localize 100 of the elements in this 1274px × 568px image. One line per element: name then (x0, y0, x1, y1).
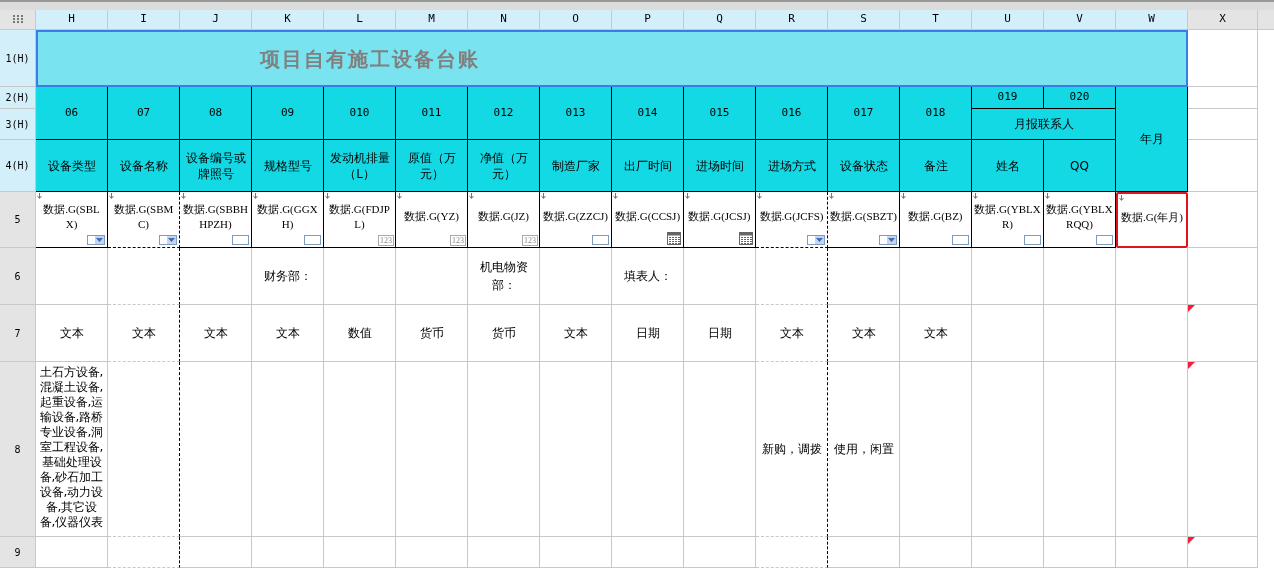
code-cell: 06 (36, 87, 108, 140)
option-cell[interactable]: 土石方设备,混凝土设备,起重设备,运输设备,路桥专业设备,洞室工程设备,基础处理设备,砂石加工设备,动力设备,其它设备,仪器仪表 (36, 362, 108, 537)
column-header[interactable]: L (324, 10, 396, 30)
row-header[interactable]: 2(H) (0, 87, 36, 109)
type-cell[interactable]: 文本 (180, 305, 252, 362)
label-cell[interactable]: 财务部： (252, 248, 324, 305)
select-all-icon[interactable] (0, 10, 36, 30)
type-cell[interactable]: 货币 (396, 305, 468, 362)
code-cell: 014 (612, 87, 684, 140)
binding-cell[interactable]: 数据.G(YBLXRQQ) (1044, 192, 1116, 248)
row-header[interactable]: 6 (0, 248, 36, 305)
dropdown-icon[interactable] (87, 235, 105, 245)
binding-cell[interactable]: 数据.G(ZZCJ) (540, 192, 612, 248)
header-cell: QQ (1044, 140, 1116, 192)
binding-cell[interactable]: 数据.G(SBMC) (108, 192, 180, 248)
code-cell: 018 (900, 87, 972, 140)
header-cell: 制造厂家 (540, 140, 612, 192)
empty-cell[interactable] (108, 537, 180, 568)
marker-arrow-icon (901, 193, 906, 199)
type-cell[interactable]: 文本 (900, 305, 972, 362)
marker-arrow-icon (757, 193, 762, 199)
code-cell: 020 (1044, 87, 1116, 109)
column-header[interactable]: U (972, 10, 1044, 30)
marker-arrow-icon (37, 193, 42, 199)
marker-arrow-icon (685, 193, 690, 199)
code-cell: 019 (972, 87, 1044, 109)
text-input-icon (1024, 235, 1041, 245)
binding-cell[interactable]: 数据.G(SBBHHPZH) (180, 192, 252, 248)
column-header[interactable]: S (828, 10, 900, 30)
header-cell: 备注 (900, 140, 972, 192)
type-cell[interactable]: 日期 (684, 305, 756, 362)
binding-cell[interactable]: 数据.G(JCSJ) (684, 192, 756, 248)
row-header[interactable]: 9 (0, 537, 36, 568)
column-header[interactable]: Q (684, 10, 756, 30)
row-header[interactable]: 4(H) (0, 140, 36, 192)
dropdown-icon[interactable] (807, 235, 825, 245)
code-cell: 010 (324, 87, 396, 140)
row-header[interactable]: 1(H) (0, 30, 36, 87)
dropdown-icon[interactable] (159, 235, 177, 245)
row-header[interactable]: 3(H) (0, 109, 36, 140)
column-header[interactable]: J (180, 10, 252, 30)
type-cell[interactable]: 货币 (468, 305, 540, 362)
type-cell[interactable]: 文本 (540, 305, 612, 362)
column-header[interactable]: T (900, 10, 972, 30)
column-header[interactable]: X (1188, 10, 1258, 30)
column-header[interactable]: N (468, 10, 540, 30)
empty-cell[interactable] (756, 537, 828, 568)
binding-cell[interactable]: 数据.G(GGXH) (252, 192, 324, 248)
binding-cell[interactable]: 数据.G(JCFS) (756, 192, 828, 248)
header-cell: 净值（万元） (468, 140, 540, 192)
binding-cell[interactable]: 数据.G(SBLX) (36, 192, 108, 248)
binding-cell[interactable]: 数据.G(YZ) 123 (396, 192, 468, 248)
type-cell[interactable]: 文本 (36, 305, 108, 362)
column-header[interactable]: M (396, 10, 468, 30)
text-input-icon (952, 235, 969, 245)
type-cell[interactable]: 文本 (756, 305, 828, 362)
column-header[interactable]: K (252, 10, 324, 30)
code-cell: 011 (396, 87, 468, 140)
type-cell[interactable]: 文本 (828, 305, 900, 362)
column-header[interactable]: H (36, 10, 108, 30)
code-cell: 08 (180, 87, 252, 140)
binding-cell[interactable]: 数据.G(BZ) (900, 192, 972, 248)
type-cell[interactable]: 文本 (252, 305, 324, 362)
row-header[interactable]: 5 (0, 192, 36, 248)
binding-cell[interactable]: 数据.G(JZ) 123 (468, 192, 540, 248)
binding-cell[interactable]: 数据.G(YBLXR) (972, 192, 1044, 248)
type-cell[interactable]: 文本 (108, 305, 180, 362)
text-input-icon (1096, 235, 1113, 245)
dropdown-icon[interactable] (879, 235, 897, 245)
calendar-icon[interactable] (739, 232, 753, 245)
binding-cell[interactable]: 数据.G(FDJPL) 123 (324, 192, 396, 248)
marker-arrow-icon (541, 193, 546, 199)
marker-arrow-icon (829, 193, 834, 199)
marker-arrow-icon (973, 193, 978, 199)
column-header[interactable]: R (756, 10, 828, 30)
type-cell[interactable]: 日期 (612, 305, 684, 362)
binding-cell[interactable]: 数据.G(SBZT) (828, 192, 900, 248)
label-cell[interactable]: 机电物资部： (468, 248, 540, 305)
label-cell[interactable]: 填表人： (612, 248, 684, 305)
marker-arrow-icon (613, 193, 618, 199)
option-cell[interactable]: 新购，调拨 (756, 362, 828, 537)
column-header[interactable]: O (540, 10, 612, 30)
column-header[interactable]: I (108, 10, 180, 30)
binding-cell[interactable]: 数据.G(年月) (1116, 192, 1188, 248)
row-header[interactable]: 7 (0, 305, 36, 362)
binding-cell[interactable]: 数据.G(CCSJ) (612, 192, 684, 248)
option-cell[interactable]: 使用，闲置 (828, 362, 900, 537)
row-header[interactable]: 8 (0, 362, 36, 537)
calendar-icon[interactable] (667, 232, 681, 245)
code-cell: 013 (540, 87, 612, 140)
empty-cell[interactable] (756, 248, 828, 305)
header-cell: 设备类型 (36, 140, 108, 192)
header-cell: 设备编号或牌照号 (180, 140, 252, 192)
empty-cell[interactable] (108, 362, 180, 537)
column-header[interactable]: V (1044, 10, 1116, 30)
column-header[interactable]: P (612, 10, 684, 30)
empty-cell[interactable] (108, 248, 180, 305)
type-cell[interactable]: 数值 (324, 305, 396, 362)
column-header[interactable]: W (1116, 10, 1188, 30)
text-input-icon (592, 235, 609, 245)
